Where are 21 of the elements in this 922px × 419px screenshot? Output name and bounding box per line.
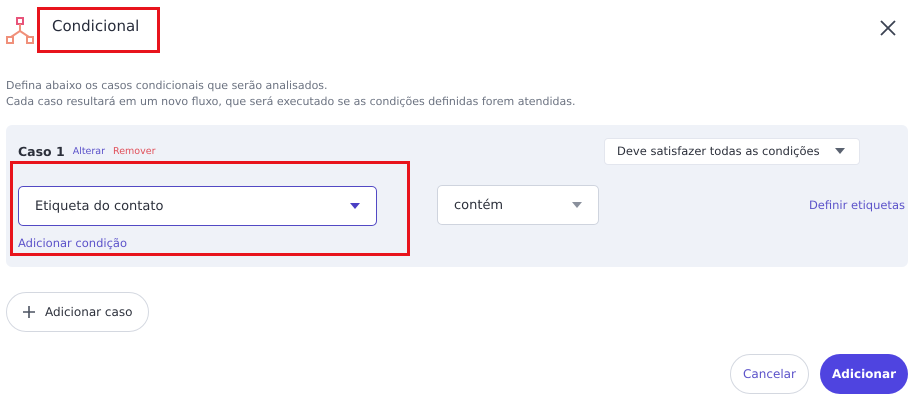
caret-icon	[350, 203, 360, 209]
caret-icon	[835, 148, 845, 154]
description-text: Defina abaixo os casos condicionais que serão analisados.	[6, 78, 329, 94]
close-button[interactable]	[880, 20, 896, 36]
close-icon	[880, 20, 896, 36]
match-mode-dropdown[interactable]: Deve satisfazer todas as condições	[604, 138, 860, 164]
dialog-title: Condicional	[52, 17, 140, 35]
field-dropdown[interactable]: Etiqueta do contato	[18, 186, 377, 226]
operator-dropdown[interactable]: contém	[437, 185, 599, 225]
description-text: Cada caso resultará em um novo fluxo, que será executado se as condições definidas forem atendidas.	[6, 94, 577, 110]
add-condition-link[interactable]: Adicionar condição	[18, 236, 127, 250]
case-title: Caso 1	[18, 144, 65, 158]
edit-link[interactable]: Alterar	[72, 146, 106, 156]
plus-icon	[23, 306, 35, 318]
remove-link[interactable]: Remover	[113, 146, 156, 156]
branch-icon	[6, 17, 34, 45]
cancel-button[interactable]: Cancelar	[730, 354, 809, 394]
add-case-button[interactable]: Adicionar caso	[6, 292, 150, 332]
confirm-button[interactable]: Adicionar	[820, 354, 908, 394]
define-tags-link[interactable]: Definir etiquetas	[808, 198, 905, 212]
caret-icon	[572, 202, 582, 208]
